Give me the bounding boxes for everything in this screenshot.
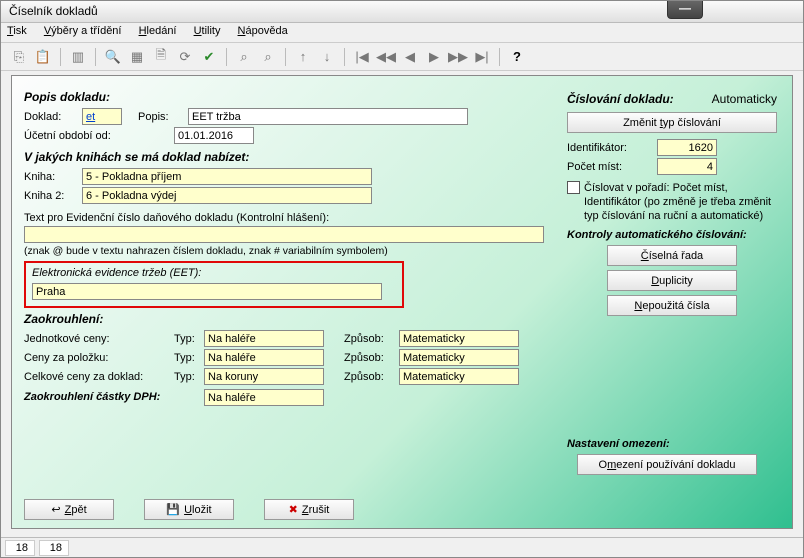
typ-label-1: Typ: (174, 333, 204, 345)
menubar: Tisk Výběry a třídění Hledání Utility Ná… (1, 23, 803, 43)
tool-doc-icon[interactable]: 🗎 (151, 47, 171, 67)
zp-label-1: Způsob: (344, 333, 399, 345)
window-title: Číselník dokladů (9, 4, 98, 18)
evid-text-field[interactable] (24, 226, 544, 243)
typ-label-2: Typ: (174, 352, 204, 364)
dph-field[interactable]: Na haléře (204, 389, 324, 406)
tool-search-icon[interactable]: 🔍 (103, 47, 123, 67)
kniha-field[interactable]: 5 - Pokladna příjem (82, 168, 372, 185)
zp-label-3: Způsob: (344, 371, 399, 383)
zpet-button[interactable]: ↩Zpět (24, 499, 114, 520)
kniha2-label: Kniha 2: (24, 190, 82, 202)
zmenit-typ-button[interactable]: Změnit typ číslování (567, 112, 777, 133)
pol-zp-field[interactable]: Matematicky (399, 349, 519, 366)
status-cell-b: 18 (39, 540, 69, 556)
kontroly-heading: Kontroly automatického číslování: (567, 229, 777, 241)
window: Číselník dokladů — Tisk Výběry a třídění… (0, 0, 804, 558)
tool-down-icon[interactable]: ↓ (317, 47, 337, 67)
identif-label: Identifikátor: (567, 142, 657, 154)
tool-nextpage-icon[interactable]: ▶▶ (448, 47, 468, 67)
omezeni-heading: Nastavení omezení: (567, 438, 777, 450)
duplicity-button[interactable]: Duplicity (607, 270, 737, 291)
menu-utility[interactable]: Utility (194, 25, 221, 37)
cancel-icon: ✖ (289, 503, 298, 516)
minimize-button[interactable]: — (667, 1, 703, 19)
popis-label: Popis: (138, 111, 188, 123)
pocet-label: Počet míst: (567, 161, 657, 173)
ciselna-rada-button[interactable]: Číselná řada (607, 245, 737, 266)
content-panel: Popis dokladu: Doklad: et Popis: EET trž… (11, 75, 793, 529)
menu-tisk[interactable]: Tisk (7, 25, 27, 37)
tool-check-icon[interactable]: ✔ (199, 47, 219, 67)
save-icon: 💾 (166, 503, 180, 516)
tool-chart-icon[interactable]: ▥ (68, 47, 88, 67)
typ-label-3: Typ: (174, 371, 204, 383)
jedn-label: Jednotkové ceny: (24, 333, 174, 345)
cislovani-mode: Automaticky (712, 92, 777, 106)
cislovani-heading: Číslování dokladu: (567, 92, 712, 106)
jedn-zp-field[interactable]: Matematicky (399, 330, 519, 347)
menu-hledani[interactable]: Hledání (139, 25, 177, 37)
menu-napoveda[interactable]: Nápověda (238, 25, 288, 37)
celk-typ-field[interactable]: Na koruny (204, 368, 324, 385)
eet-box: Elektronická evidence tržeb (EET): Praha (24, 261, 404, 308)
eet-heading: Elektronická evidence tržeb (EET): (32, 267, 396, 279)
kniha2-field[interactable]: 6 - Pokladna výdej (82, 187, 372, 204)
obdobi-label: Účetní období od: (24, 130, 174, 142)
doklad-field[interactable]: et (82, 108, 122, 125)
toolbar: ⎘ 📋 ▥ 🔍 ▦ 🗎 ⟳ ✔ ⌕ ⌕ ↑ ↓ |◀ ◀◀ ◀ ▶ ▶▶ ▶| … (1, 43, 803, 71)
tool-refresh-icon[interactable]: ⟳ (175, 47, 195, 67)
tool-up-icon[interactable]: ↑ (293, 47, 313, 67)
popis-heading: Popis dokladu: (24, 90, 564, 104)
nepouzita-button[interactable]: Nepoužitá čísla (607, 295, 737, 316)
obdobi-field[interactable]: 01.01.2016 (174, 127, 254, 144)
ulozit-button[interactable]: 💾Uložit (144, 499, 234, 520)
tool-findnext-icon[interactable]: ⌕ (258, 47, 278, 67)
tool-grid-icon[interactable]: ▦ (127, 47, 147, 67)
dph-heading: Zaokrouhlení částky DPH: (24, 391, 204, 403)
popis-field[interactable]: EET tržba (188, 108, 468, 125)
pol-label: Ceny za položku: (24, 352, 174, 364)
zrusit-button[interactable]: ✖Zrušit (264, 499, 354, 520)
menu-vybery[interactable]: Výběry a třídění (44, 25, 122, 37)
knihy-heading: V jakých knihách se má doklad nabízet: (24, 150, 564, 164)
statusbar: 18 18 (1, 537, 803, 557)
tool-prev-icon[interactable]: ◀ (400, 47, 420, 67)
tool-paste-icon[interactable]: 📋 (33, 47, 53, 67)
eet-field[interactable]: Praha (32, 283, 382, 300)
tool-copy-icon[interactable]: ⎘ (9, 47, 29, 67)
pocet-field[interactable]: 4 (657, 158, 717, 175)
tool-last-icon[interactable]: ▶| (472, 47, 492, 67)
kniha-label: Kniha: (24, 171, 82, 183)
evid-text-label: Text pro Evidenční číslo daňového doklad… (24, 212, 329, 224)
titlebar: Číselník dokladů — (1, 1, 803, 23)
celk-label: Celkové ceny za doklad: (24, 371, 174, 383)
doklad-label: Doklad: (24, 111, 82, 123)
tool-find-icon[interactable]: ⌕ (234, 47, 254, 67)
cislovat-checkbox[interactable] (567, 181, 580, 194)
zp-label-2: Způsob: (344, 352, 399, 364)
tool-prevpage-icon[interactable]: ◀◀ (376, 47, 396, 67)
back-icon: ↩ (51, 503, 60, 516)
pol-typ-field[interactable]: Na haléře (204, 349, 324, 366)
identif-field[interactable]: 1620 (657, 139, 717, 156)
evid-hint: (znak @ bude v textu nahrazen číslem dok… (24, 245, 388, 257)
omezeni-button[interactable]: Omezení používání dokladu (577, 454, 757, 475)
jedn-typ-field[interactable]: Na haléře (204, 330, 324, 347)
tool-next-icon[interactable]: ▶ (424, 47, 444, 67)
tool-help-icon[interactable]: ? (507, 47, 527, 67)
status-cell-a: 18 (5, 540, 35, 556)
zaokr-heading: Zaokrouhlení: (24, 312, 564, 326)
cislovat-label: Číslovat v pořadí: Počet míst, Identifik… (584, 181, 777, 223)
tool-first-icon[interactable]: |◀ (352, 47, 372, 67)
celk-zp-field[interactable]: Matematicky (399, 368, 519, 385)
